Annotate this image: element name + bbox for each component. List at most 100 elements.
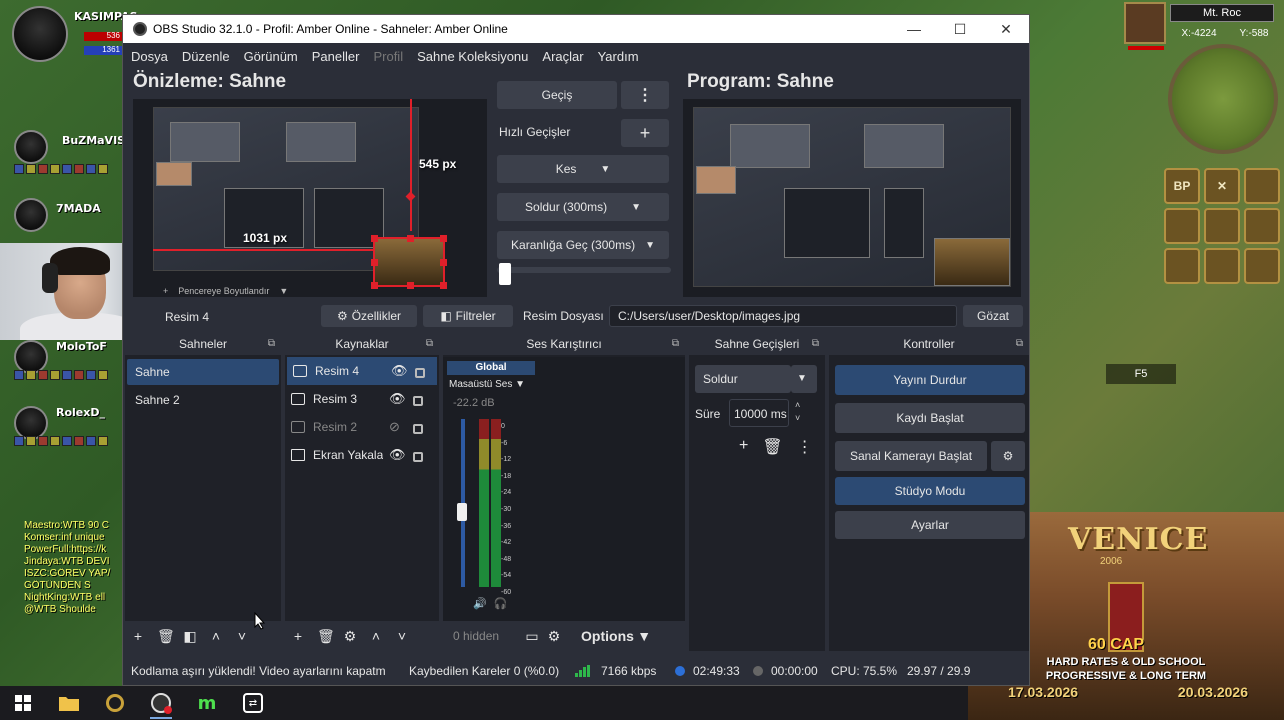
- transition-menu-button[interactable]: ⋮: [621, 81, 669, 109]
- duration-input[interactable]: 10000 ms: [729, 399, 789, 427]
- eye-icon[interactable]: 👁: [391, 363, 408, 379]
- gecis-button[interactable]: Geçiş: [497, 81, 617, 109]
- menu-sahne-koleksiyonu[interactable]: Sahne Koleksiyonu: [417, 49, 528, 64]
- more-icon[interactable]: ⋮: [797, 437, 813, 457]
- minimize-button[interactable]: —: [891, 15, 937, 43]
- properties-button[interactable]: ⚙ Özellikler: [321, 305, 417, 327]
- add-icon[interactable]: +: [131, 628, 145, 644]
- chevron-up-icon[interactable]: ˄: [209, 628, 223, 644]
- trash-icon[interactable]: 🗑: [157, 628, 175, 645]
- scene-item[interactable]: Sahne: [127, 359, 279, 385]
- preview-canvas[interactable]: 1031 px 545 px: [133, 99, 487, 297]
- minimap[interactable]: [1168, 44, 1278, 154]
- title-bar[interactable]: OBS Studio 32.1.0 - Profil: Amber Online…: [123, 15, 1029, 43]
- eye-icon[interactable]: 👁: [389, 447, 406, 463]
- trash-icon[interactable]: 🗑: [762, 437, 782, 457]
- maximize-button[interactable]: ☐: [937, 15, 983, 43]
- transition-select[interactable]: Soldur: [695, 365, 791, 393]
- add-quick-transition-button[interactable]: +: [621, 119, 669, 147]
- undock-icon[interactable]: ⧉: [426, 333, 433, 355]
- game-launcher-icon[interactable]: [92, 686, 138, 720]
- source-item[interactable]: Resim 2 ⊘: [285, 413, 439, 441]
- browse-button[interactable]: Gözat: [963, 305, 1023, 327]
- undock-icon[interactable]: ⧉: [672, 333, 679, 355]
- menu-profil[interactable]: Profil: [373, 49, 403, 64]
- skill-slot[interactable]: BP: [1164, 168, 1200, 204]
- skill-slot[interactable]: [1244, 248, 1280, 284]
- menu-araclar[interactable]: Araçlar: [542, 49, 583, 64]
- party-member: KASIMPAS 536 1361: [6, 6, 138, 66]
- file-explorer-icon[interactable]: [46, 686, 92, 720]
- headphones-icon[interactable]: 🎧: [494, 598, 508, 610]
- chevron-down-icon[interactable]: ▼: [279, 286, 288, 296]
- skill-slot[interactable]: [1244, 208, 1280, 244]
- chevron-up-icon[interactable]: ˄: [369, 628, 383, 644]
- settings-button[interactable]: Ayarlar: [835, 511, 1025, 539]
- menu-duzenle[interactable]: Düzenle: [182, 49, 230, 64]
- volume-fader-thumb[interactable]: [457, 503, 467, 521]
- scene-filters-icon[interactable]: ◧: [183, 628, 197, 645]
- messenger-icon[interactable]: m: [184, 686, 230, 720]
- skill-slot[interactable]: [1204, 248, 1240, 284]
- chevron-down-icon[interactable]: ˅: [235, 628, 249, 644]
- skill-slot[interactable]: [1164, 208, 1200, 244]
- add-icon[interactable]: +: [739, 437, 748, 457]
- skill-slot[interactable]: ✕: [1204, 168, 1240, 204]
- menu-dosya[interactable]: Dosya: [131, 49, 168, 64]
- source-item[interactable]: Ekran Yakala 👁: [285, 441, 439, 469]
- transition-fade-button[interactable]: Soldur (300ms) ▼: [497, 193, 669, 221]
- hotbar-page[interactable]: F5: [1106, 364, 1176, 384]
- transition-slider-thumb[interactable]: [499, 263, 511, 285]
- start-virtual-camera-button[interactable]: Sanal Kamerayı Başlat: [835, 441, 987, 471]
- scenes-list: Sahne Sahne 2: [125, 357, 281, 625]
- windows-start-icon[interactable]: [0, 686, 46, 720]
- skill-slot[interactable]: [1244, 168, 1280, 204]
- source-item[interactable]: Resim 3 👁: [285, 385, 439, 413]
- lock-icon[interactable]: [415, 368, 425, 378]
- source-name: Resim 2: [313, 420, 358, 434]
- undock-icon[interactable]: ⧉: [1016, 333, 1023, 355]
- chevron-down-icon[interactable]: ▼: [791, 365, 817, 393]
- add-icon[interactable]: +: [163, 286, 168, 296]
- skill-slot[interactable]: [1164, 248, 1200, 284]
- close-button[interactable]: ✕: [983, 15, 1029, 43]
- source-item[interactable]: Resim 4 👁: [287, 357, 437, 385]
- hidden-channels-label[interactable]: 0 hidden: [453, 629, 499, 643]
- selected-source-box[interactable]: [371, 235, 447, 289]
- menu-paneller[interactable]: Paneller: [312, 49, 360, 64]
- mixer-channel-name[interactable]: Masaüstü Ses ▼: [449, 379, 525, 390]
- transition-kes-button[interactable]: Kes ▼: [497, 155, 669, 183]
- transition-slider-track[interactable]: [497, 267, 671, 273]
- lock-icon[interactable]: [413, 396, 423, 406]
- skill-slot[interactable]: [1204, 208, 1240, 244]
- start-recording-button[interactable]: Kaydı Başlat: [835, 403, 1025, 433]
- filters-button[interactable]: ◧ Filtreler: [423, 305, 513, 327]
- image-file-path-field[interactable]: C:/Users/user/Desktop/images.jpg: [609, 305, 957, 327]
- transition-black-button[interactable]: Karanlığa Geç (300ms) ▼: [497, 231, 669, 259]
- stop-stream-button[interactable]: Yayını Durdur: [835, 365, 1025, 395]
- menu-yardim[interactable]: Yardım: [598, 49, 639, 64]
- advanced-audio-icon[interactable]: ⚙: [547, 628, 561, 645]
- speaker-icon[interactable]: 🔊: [473, 598, 487, 610]
- add-icon[interactable]: +: [291, 628, 305, 644]
- scene-item[interactable]: Sahne 2: [127, 387, 279, 413]
- lock-icon[interactable]: [413, 452, 423, 462]
- menu-gorunum[interactable]: Görünüm: [244, 49, 298, 64]
- trash-icon[interactable]: 🗑: [317, 628, 335, 645]
- obs-taskbar-icon[interactable]: [138, 686, 184, 720]
- preview-fit-label[interactable]: Pencereye Boyutlandır: [178, 286, 269, 296]
- gear-icon[interactable]: ⚙: [343, 628, 357, 645]
- gear-icon[interactable]: ⚙: [991, 441, 1025, 471]
- studio-mode-button[interactable]: Stüdyo Modu: [835, 477, 1025, 505]
- teamviewer-icon[interactable]: ⇄: [230, 686, 276, 720]
- mixer-global-tab[interactable]: Global: [447, 361, 535, 375]
- undock-icon[interactable]: ⧉: [268, 333, 275, 355]
- chevron-down-icon[interactable]: ˅: [395, 628, 409, 644]
- duration-stepper[interactable]: ˄ ˅: [795, 399, 800, 425]
- lock-icon[interactable]: [413, 424, 423, 434]
- eye-icon[interactable]: 👁: [389, 391, 406, 407]
- eye-hidden-icon[interactable]: ⊘: [389, 419, 400, 435]
- mixer-options-button[interactable]: Options ▼: [581, 628, 651, 644]
- undock-icon[interactable]: ⧉: [812, 333, 819, 355]
- layout-icon[interactable]: ▭: [525, 628, 539, 645]
